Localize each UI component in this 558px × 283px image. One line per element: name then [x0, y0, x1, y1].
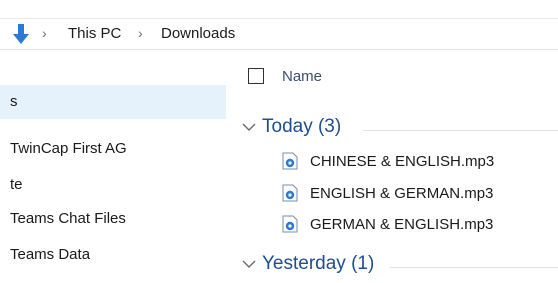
chevron-down-icon	[242, 123, 256, 131]
file-name: ENGLISH & GERMAN.mp3	[310, 185, 494, 202]
file-name: CHINESE & ENGLISH.mp3	[310, 153, 495, 170]
group-label: Today (3)	[262, 116, 342, 137]
group-divider	[363, 130, 558, 131]
group-today[interactable]: Today (3)	[230, 114, 558, 146]
group-yesterday[interactable]: Yesterday (1)	[230, 251, 558, 283]
file-row[interactable]: GERMAN & ENGLISH.mp3	[282, 213, 558, 237]
sidebar-item-teams-chat-files[interactable]: Teams Chat Files	[0, 202, 226, 236]
audio-file-icon	[282, 184, 298, 202]
breadcrumb-separator: ›	[138, 25, 143, 41]
breadcrumb-downloads[interactable]: Downloads	[161, 25, 235, 42]
address-bar[interactable]: › This PC › Downloads	[0, 19, 558, 50]
file-row[interactable]: CHINESE & ENGLISH.mp3	[282, 150, 558, 174]
breadcrumb-this-pc[interactable]: This PC	[68, 25, 121, 42]
group-divider	[390, 267, 558, 268]
group-label: Yesterday (1)	[262, 253, 375, 274]
navigation-pane: s TwinCap First AG te Teams Chat Files T…	[0, 50, 229, 267]
file-list: Name Today (3) CHINESE & ENGLISH.mp3 ENG…	[230, 50, 558, 274]
breadcrumb-separator: ›	[42, 25, 47, 41]
audio-file-icon	[282, 152, 298, 170]
file-name: GERMAN & ENGLISH.mp3	[310, 216, 494, 233]
select-all-checkbox[interactable]	[248, 68, 264, 84]
sidebar-item-selected[interactable]: s	[0, 85, 226, 119]
sidebar-item-te[interactable]: te	[0, 168, 226, 202]
file-row[interactable]: ENGLISH & GERMAN.mp3	[282, 182, 558, 206]
chevron-down-icon	[242, 260, 256, 268]
audio-file-icon	[282, 215, 298, 233]
sidebar-item-twincap[interactable]: TwinCap First AG	[0, 132, 226, 166]
toolbar-strip	[0, 0, 558, 19]
column-header: Name	[230, 62, 558, 94]
download-arrow-icon	[13, 24, 29, 44]
column-name-header[interactable]: Name	[282, 68, 322, 85]
